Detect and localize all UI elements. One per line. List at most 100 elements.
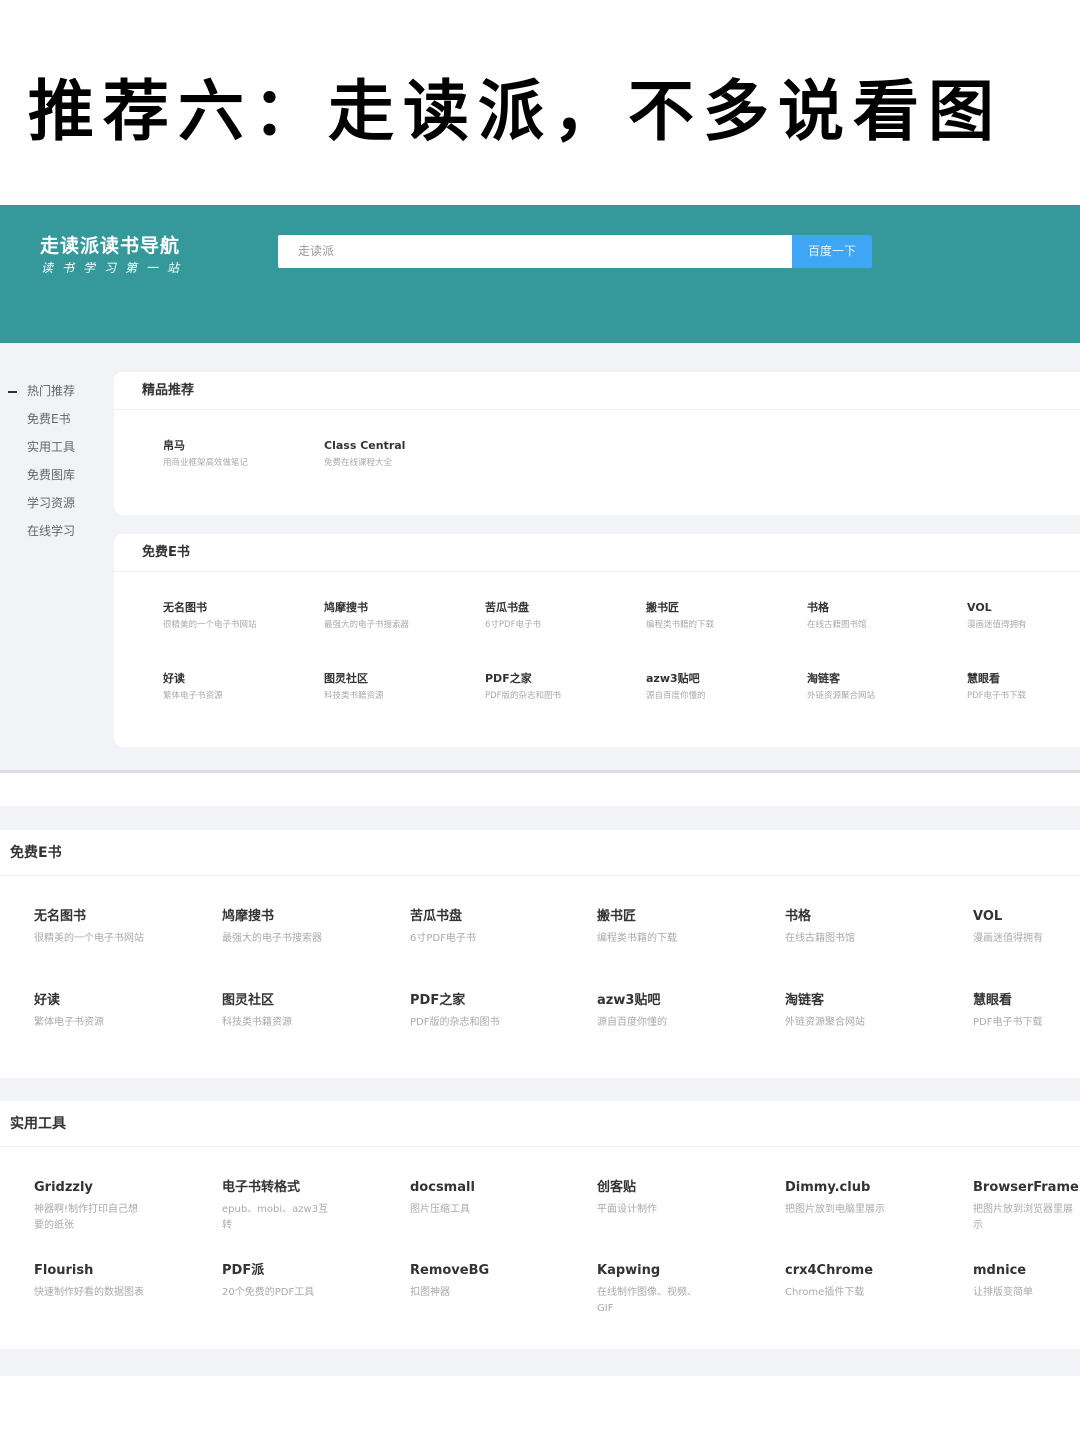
site-name: 书格 bbox=[785, 909, 812, 924]
search-input[interactable]: 走读派 bbox=[278, 235, 792, 268]
site-link[interactable]: 无名图书 很精美的一个电子书网站 bbox=[163, 600, 263, 632]
ebooks-card-title: 免费E书 bbox=[114, 534, 1080, 572]
site-name: VOL bbox=[973, 909, 1003, 924]
site-name: 无名图书 bbox=[34, 909, 87, 924]
site-link[interactable]: 慧眼看 PDF电子书下载 bbox=[973, 992, 1073, 1031]
site-name: 图灵社区 bbox=[324, 672, 368, 685]
site-desc: 科技类书籍资源 bbox=[324, 691, 384, 701]
site-desc: 平面设计制作 bbox=[597, 1204, 657, 1215]
site-name: 电子书转格式 bbox=[222, 1180, 301, 1195]
site-desc: 很精美的一个电子书网站 bbox=[163, 620, 257, 630]
site-link[interactable]: 苦瓜书盘 6寸PDF电子书 bbox=[485, 600, 605, 632]
site-name: 书格 bbox=[807, 601, 829, 614]
site-name: 苦瓜书盘 bbox=[410, 909, 463, 924]
site-link[interactable]: 无名图书很精美的一个电子书网站 bbox=[34, 908, 152, 947]
site-link[interactable]: crx4Chrome Chrome插件下载 bbox=[785, 1262, 913, 1301]
featured-card-title: 精品推荐 bbox=[114, 372, 1080, 410]
ebooks-panel: 免费E书 无名图书很精美的一个电子书网站 鸠摩搜书 最强大的电子书搜索器 苦瓜书盘… bbox=[0, 830, 1080, 1078]
site-link[interactable]: 电子书转格式 epub、mobi、azw3互转 bbox=[222, 1179, 332, 1234]
site-desc: 科技类书籍资源 bbox=[222, 1017, 292, 1028]
site-desc: 漫画迷值得拥有 bbox=[967, 620, 1027, 630]
site-link[interactable]: docsmall 图片压缩工具 bbox=[410, 1179, 538, 1218]
site-link[interactable]: Gridzzly 神器啊!制作打印自己想要的纸张 bbox=[34, 1179, 144, 1234]
site-desc: 源自百度你懂的 bbox=[646, 691, 706, 701]
site-link[interactable]: azw3贴吧 源自百度你懂的 bbox=[646, 671, 766, 703]
site-link[interactable]: PDF之家 PDF版的杂志和图书 bbox=[485, 671, 605, 703]
site-link[interactable]: 搬书匠编程类书籍的下载 bbox=[597, 908, 725, 947]
site-link[interactable]: RemoveBG 扣图神器 bbox=[410, 1262, 538, 1301]
site-desc: epub、mobi、azw3互转 bbox=[222, 1204, 329, 1231]
site-name: 淘链客 bbox=[785, 993, 825, 1008]
site-link[interactable]: 搬书匠 编程类书籍的下载 bbox=[646, 600, 766, 632]
ebooks-card: 免费E书 无名图书 很精美的一个电子书网站 鸠摩搜书 最强大的电子书搜索器 苦瓜书盘… bbox=[114, 534, 1080, 747]
site-link[interactable]: 鸠摩搜书 最强大的电子书搜索器 bbox=[222, 908, 350, 947]
site-link[interactable]: PDF派 20个免费的PDF工具 bbox=[222, 1262, 350, 1301]
site-link[interactable]: 图灵社区科技类书籍资源 bbox=[324, 671, 444, 703]
site-link[interactable]: 书格 在线古籍图书馆 bbox=[785, 908, 913, 947]
site-desc: 用商业框架高效做笔记 bbox=[163, 458, 249, 468]
search-button[interactable]: 百度一下 bbox=[792, 235, 872, 268]
site-link[interactable]: 慧眼看 PDF电子书下载 bbox=[967, 671, 1080, 703]
site-link[interactable]: VOL 漫画迷值得拥有 bbox=[967, 600, 1080, 632]
site-link[interactable]: 鸠摩搜书 最强大的电子书搜索器 bbox=[324, 600, 444, 632]
site-name: 搬书匠 bbox=[646, 601, 679, 614]
site-desc: 源自百度你懂的 bbox=[597, 1017, 667, 1028]
site-name: mdnice bbox=[973, 1263, 1027, 1278]
site-name: VOL bbox=[967, 601, 992, 614]
site-desc: 让排版变简单 bbox=[973, 1287, 1033, 1298]
site-link[interactable]: Kapwing 在线制作图像、视频、GIF bbox=[597, 1262, 712, 1317]
site-desc: 20个免费的PDF工具 bbox=[222, 1287, 315, 1298]
site-link[interactable]: 书格 在线古籍图书馆 bbox=[807, 600, 927, 632]
sidebar-item-resources[interactable]: 学习资源 bbox=[0, 495, 110, 523]
site-desc: 很精美的一个电子书网站 bbox=[34, 933, 144, 944]
tools-panel-title: 实用工具 bbox=[0, 1101, 1080, 1147]
sidebar-item-hot[interactable]: 热门推荐 bbox=[0, 383, 110, 411]
site-name: 图灵社区 bbox=[222, 993, 275, 1008]
site-name: azw3贴吧 bbox=[646, 672, 700, 685]
sidebar-item-ebooks[interactable]: 免费E书 bbox=[0, 411, 110, 439]
screenshot-divider bbox=[0, 770, 1080, 773]
site-link[interactable]: 图灵社区科技类书籍资源 bbox=[222, 992, 350, 1031]
sidebar-item-images[interactable]: 免费图库 bbox=[0, 467, 110, 495]
site-name: 帛马 bbox=[163, 439, 185, 452]
site-link[interactable]: 好读 繁体电子书资源 bbox=[163, 671, 283, 703]
site-name: 鸠摩搜书 bbox=[324, 601, 368, 614]
site-name: Flourish bbox=[34, 1263, 94, 1278]
site-name: PDF之家 bbox=[485, 672, 532, 685]
site-desc: 把图片放到浏览器里展示 bbox=[973, 1204, 1073, 1231]
site-link[interactable]: 帛马 用商业框架高效做笔记 bbox=[163, 438, 283, 470]
site-name: Kapwing bbox=[597, 1263, 661, 1278]
site-link[interactable]: 淘链客 外链资源聚合网站 bbox=[785, 992, 913, 1031]
site-name: 搬书匠 bbox=[597, 909, 637, 924]
site-link[interactable]: 创客贴 平面设计制作 bbox=[597, 1179, 725, 1218]
site-desc: 在线古籍图书馆 bbox=[785, 933, 855, 944]
site-link[interactable]: 好读 繁体电子书资源 bbox=[34, 992, 162, 1031]
site-name: 创客贴 bbox=[597, 1180, 637, 1195]
site-link[interactable]: azw3贴吧 源自百度你懂的 bbox=[597, 992, 725, 1031]
site-desc: 在线古籍图书馆 bbox=[807, 620, 867, 630]
site-name: Class Central bbox=[324, 439, 406, 452]
site-link[interactable]: Flourish 快速制作好看的数据图表 bbox=[34, 1262, 152, 1301]
ebooks-panel-title: 免费E书 bbox=[0, 830, 1080, 876]
site-link[interactable]: Dimmy.club 把图片放到电脑里展示 bbox=[785, 1179, 935, 1218]
site-desc: 编程类书籍的下载 bbox=[597, 933, 677, 944]
sidebar-item-tools[interactable]: 实用工具 bbox=[0, 439, 110, 467]
site-desc: 繁体电子书资源 bbox=[163, 691, 223, 701]
site-link[interactable]: Class Central 免费在线课程大全 bbox=[324, 438, 444, 470]
site-name: 慧眼看 bbox=[973, 993, 1013, 1008]
site-name: Dimmy.club bbox=[785, 1180, 871, 1195]
site-logo-title[interactable]: 走读派读书导航 bbox=[40, 231, 180, 258]
site-link[interactable]: 苦瓜书盘 6寸PDF电子书 bbox=[410, 908, 538, 947]
site-link[interactable]: VOL 漫画迷值得拥有 bbox=[973, 908, 1073, 947]
site-link[interactable]: mdnice 让排版变简单 bbox=[973, 1262, 1073, 1301]
site-link[interactable]: PDF之家 PDF版的杂志和图书 bbox=[410, 992, 538, 1031]
site-link[interactable]: BrowserFrame 把图片放到浏览器里展示 bbox=[973, 1179, 1079, 1234]
site-desc: 快速制作好看的数据图表 bbox=[34, 1287, 144, 1298]
site-desc: 免费在线课程大全 bbox=[324, 458, 393, 468]
sidebar-item-online[interactable]: 在线学习 bbox=[0, 523, 110, 551]
site-desc: 最强大的电子书搜索器 bbox=[222, 933, 322, 944]
banner: 推荐六：走读派，不多说看图 bbox=[0, 0, 1080, 205]
site-desc: PDF版的杂志和图书 bbox=[410, 1017, 500, 1028]
site-name: 苦瓜书盘 bbox=[485, 601, 529, 614]
site-link[interactable]: 淘链客 外链资源聚合网站 bbox=[807, 671, 927, 703]
